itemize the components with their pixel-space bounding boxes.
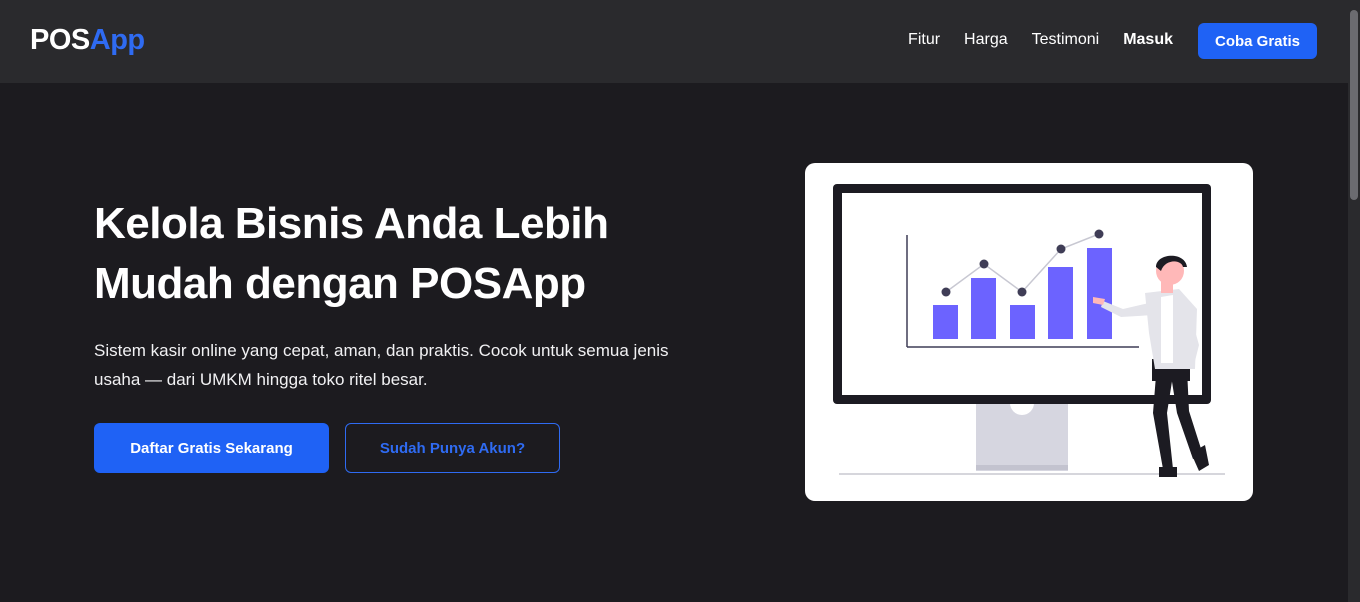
brand-logo[interactable]: POSApp xyxy=(30,24,145,57)
scrollbar-thumb[interactable] xyxy=(1350,10,1358,200)
chart-dot xyxy=(1056,244,1066,254)
chart-dot xyxy=(941,287,951,297)
chart-bar xyxy=(1087,248,1112,339)
existing-account-button[interactable]: Sudah Punya Akun? xyxy=(345,423,560,473)
signup-button[interactable]: Daftar Gratis Sekarang xyxy=(94,423,329,473)
brand-logo-app: App xyxy=(89,24,145,56)
nav-login-link[interactable]: Masuk xyxy=(1123,31,1173,49)
chart-bar xyxy=(933,305,958,339)
chart-bar xyxy=(1048,267,1073,339)
chart-bar xyxy=(971,278,996,339)
navbar: POSApp Fitur Harga Testimoni Masuk Coba … xyxy=(0,0,1348,83)
hero-description: Sistem kasir online yang cepat, aman, da… xyxy=(94,341,669,389)
chart-dot xyxy=(1017,287,1027,297)
chart-dot xyxy=(979,259,989,269)
hero-illustration-card xyxy=(805,163,1253,501)
chart-bar xyxy=(1010,305,1035,339)
presentation-illustration xyxy=(833,184,1225,477)
chart-dot xyxy=(1094,229,1104,239)
nav-links: Fitur Harga Testimoni Masuk xyxy=(908,31,1173,49)
hero-title: Kelola Bisnis Anda Lebih Mudah dengan PO… xyxy=(94,199,609,308)
free-trial-button[interactable]: Coba Gratis xyxy=(1198,23,1317,59)
page-scrollbar[interactable] xyxy=(1348,0,1360,602)
nav-link-fitur[interactable]: Fitur xyxy=(908,31,940,49)
nav-link-testimoni[interactable]: Testimoni xyxy=(1032,31,1100,49)
nav-link-harga[interactable]: Harga xyxy=(964,31,1008,49)
brand-logo-pos: POS xyxy=(30,24,90,56)
